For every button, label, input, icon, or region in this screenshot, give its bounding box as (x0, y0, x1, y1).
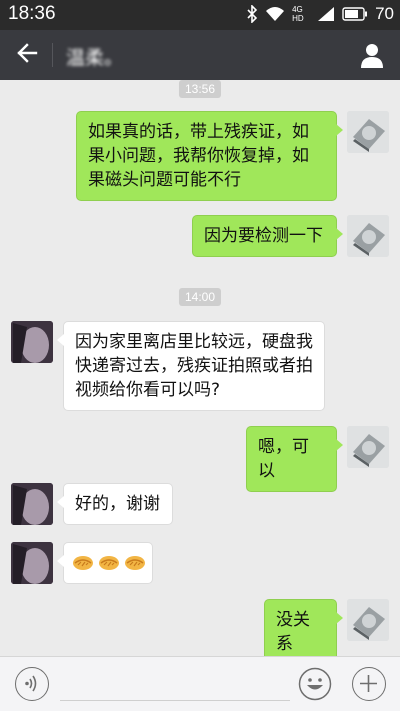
voice-button[interactable] (15, 667, 49, 701)
message-bubble-received[interactable]: 好的，谢谢 (57, 483, 173, 525)
message-text: 没关系 (276, 610, 310, 654)
status-bar: 18:36 4G HD 70 (0, 0, 400, 30)
profile-button[interactable] (358, 41, 386, 69)
bluetooth-icon (246, 5, 258, 23)
message-input[interactable] (60, 665, 290, 701)
more-button[interactable] (352, 667, 386, 701)
person-icon (358, 44, 386, 73)
handshake-emoji (98, 551, 120, 580)
avatar-contact[interactable] (11, 542, 53, 584)
avatar-self[interactable] (347, 426, 389, 468)
avatar-contact[interactable] (11, 321, 53, 363)
handshake-emoji (124, 551, 146, 580)
title-bar: 温柔。 (0, 30, 400, 80)
status-time: 18:36 (8, 3, 56, 24)
network-label: 4G HD (292, 5, 304, 23)
back-arrow-icon (16, 43, 38, 67)
avatar-self[interactable] (347, 599, 389, 641)
message-bubble-received[interactable] (57, 542, 153, 584)
timestamp: 14:00 (178, 288, 222, 306)
input-bar (0, 656, 400, 711)
signal-icon (317, 6, 335, 22)
status-icons: 4G HD 70 (246, 4, 394, 24)
avatar-self[interactable] (347, 111, 389, 153)
message-text: 嗯，可以 (258, 437, 309, 481)
message-bubble-sent[interactable]: 如果真的话，带上残疾证，如果小问题，我帮你恢复掉，如果磁头问题可能不行 (76, 111, 343, 201)
timestamp: 13:56 (178, 80, 222, 98)
voice-icon (16, 675, 47, 703)
smiley-icon (298, 667, 332, 705)
avatar-contact[interactable] (11, 483, 53, 525)
chat-title: 温柔。 (66, 47, 124, 69)
avatar-self[interactable] (347, 215, 389, 257)
handshake-emoji (72, 551, 94, 580)
emoji-button[interactable] (298, 667, 332, 701)
message-bubble-received[interactable]: 因为家里离店里比较远，硬盘我快递寄过去，残疾证拍照或者拍视频给你看可以吗? (57, 321, 325, 411)
title-divider (52, 43, 53, 67)
battery-level: 70 (375, 4, 394, 23)
back-button[interactable] (10, 39, 44, 71)
battery-icon (342, 7, 368, 21)
message-bubble-sent[interactable]: 因为要检测一下 (192, 215, 343, 257)
message-text: 如果真的话，带上残疾证，如果小问题，我帮你恢复掉，如果磁头问题可能不行 (88, 122, 309, 190)
emoji-row (72, 551, 146, 580)
message-text: 因为要检测一下 (204, 226, 323, 246)
message-text: 因为家里离店里比较远，硬盘我快递寄过去，残疾证拍照或者拍视频给你看可以吗? (75, 332, 313, 400)
wifi-icon (265, 6, 285, 22)
message-bubble-sent[interactable]: 嗯，可以 (246, 426, 343, 492)
plus-icon (353, 675, 384, 703)
message-text: 好的，谢谢 (75, 494, 160, 514)
